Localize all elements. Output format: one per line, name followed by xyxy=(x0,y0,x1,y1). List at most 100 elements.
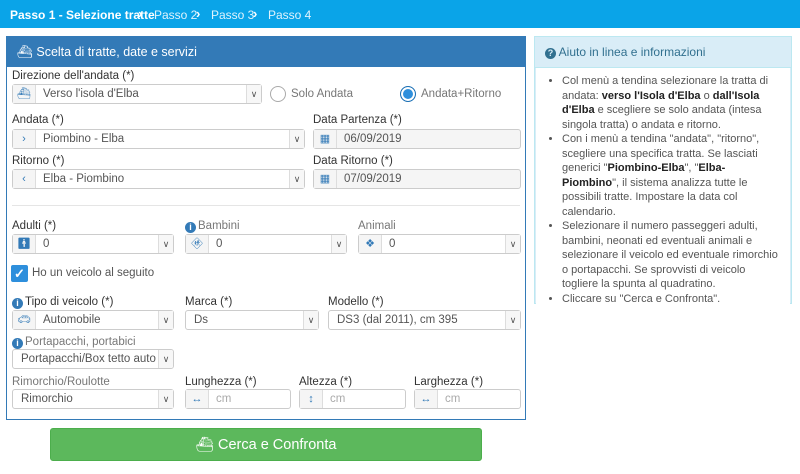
help-body: Col menù a tendina selezionare la tratta… xyxy=(536,68,790,314)
trailer-value: Rimorchio xyxy=(21,393,73,405)
horizontal-arrows-icon: ↔ xyxy=(415,390,438,408)
car-icon: 🚗︎ xyxy=(13,311,36,329)
calendar-icon: ▦ xyxy=(314,130,337,148)
chevron-down-icon: ∨ xyxy=(158,350,173,368)
help-item-4: Cliccare su "Cerca e Confronta". xyxy=(562,292,782,307)
height-input[interactable]: ↕ cm xyxy=(299,389,406,409)
horizontal-arrows-icon: ↔ xyxy=(186,390,209,408)
info-icon[interactable]: i xyxy=(12,298,23,309)
direction-label: Direzione dell'andata (*) xyxy=(12,70,135,82)
chevron-down-icon: ∨ xyxy=(246,85,261,103)
form-panel-header: ⛴ Scelta di tratte, date e servizi xyxy=(7,37,525,67)
chevron-down-icon: ∨ xyxy=(505,311,520,329)
children-label-wrap: i Bambini xyxy=(185,220,240,233)
chevron-down-icon: ∨ xyxy=(303,311,318,329)
help-panel-header: ? Aiuto in linea e informazioni xyxy=(535,37,791,68)
trailer-label: Rimorchio/Roulotte xyxy=(12,376,110,388)
person-icon: 🚹︎ xyxy=(13,235,36,253)
direction-select[interactable]: ⛴ Verso l'isola d'Elba ∨ xyxy=(12,84,262,104)
departure-date-input[interactable]: ▦ 06/09/2019 xyxy=(313,129,521,149)
adults-label: Adulti (*) xyxy=(12,220,57,232)
one-way-radio[interactable] xyxy=(270,86,286,102)
info-icon[interactable]: i xyxy=(185,222,196,233)
outbound-label: Andata (*) xyxy=(12,114,64,126)
chevron-down-icon: ∨ xyxy=(289,170,304,188)
departure-date-label: Data Partenza (*) xyxy=(313,114,402,126)
round-trip-radio[interactable] xyxy=(400,86,416,102)
vehicle-checkbox-label: Ho un veicolo al seguito xyxy=(32,267,155,279)
vehicle-checkbox[interactable]: ✓ xyxy=(11,265,28,282)
children-select[interactable]: 🚸︎ 0 ∨ xyxy=(185,234,347,254)
model-select[interactable]: DS3 (dal 2011), cm 395 ∨ xyxy=(328,310,521,330)
info-icon[interactable]: i xyxy=(12,338,23,349)
width-input[interactable]: ↔ cm xyxy=(414,389,521,409)
departure-date-value: 06/09/2019 xyxy=(344,133,402,145)
children-value: 0 xyxy=(216,238,223,250)
divider xyxy=(12,205,520,206)
child-icon: 🚸︎ xyxy=(186,235,209,253)
help-item-2: Con i menù a tendina "andata", "ritorno"… xyxy=(562,132,782,219)
children-label: Bambini xyxy=(198,220,240,232)
chevron-right-icon: › xyxy=(253,6,258,21)
ship-icon: ⛴ xyxy=(17,45,33,59)
search-compare-label: Cerca e Confronta xyxy=(217,437,337,453)
help-item-3: Selezionare il numero passeggeri adulti,… xyxy=(562,219,782,292)
length-placeholder: cm xyxy=(216,393,232,405)
roof-rack-label: Portapacchi, portabici xyxy=(25,336,136,348)
chevron-left-icon: ‹ xyxy=(13,170,36,188)
roof-rack-select[interactable]: Portapacchi/Box tetto auto + 40 ∨ xyxy=(12,349,174,369)
adults-value: 0 xyxy=(43,238,50,250)
brand-select[interactable]: Ds ∨ xyxy=(185,310,319,330)
vehicle-type-value: Automobile xyxy=(43,314,101,326)
chevron-down-icon: ∨ xyxy=(289,130,304,148)
return-date-value: 07/09/2019 xyxy=(344,173,402,185)
chevron-right-icon: › xyxy=(196,6,201,21)
height-placeholder: cm xyxy=(330,393,346,405)
step-3[interactable]: Passo 3 xyxy=(211,0,254,28)
outbound-value: Piombino - Elba xyxy=(43,133,125,145)
chevron-right-icon: › xyxy=(13,130,36,148)
vehicle-type-select[interactable]: 🚗︎ Automobile ∨ xyxy=(12,310,174,330)
step-4[interactable]: Passo 4 xyxy=(268,0,311,28)
chevron-down-icon: ∨ xyxy=(505,235,520,253)
chevron-down-icon: ∨ xyxy=(158,235,173,253)
brand-label: Marca (*) xyxy=(185,296,233,308)
length-label: Lunghezza (*) xyxy=(185,376,257,388)
animals-select[interactable]: ❖ 0 ∨ xyxy=(358,234,521,254)
direction-value: Verso l'isola d'Elba xyxy=(43,88,139,100)
animals-label: Animali xyxy=(358,220,396,232)
chevron-down-icon: ∨ xyxy=(331,235,346,253)
return-label: Ritorno (*) xyxy=(12,155,65,167)
question-icon: ? xyxy=(545,48,556,59)
height-label: Altezza (*) xyxy=(299,376,353,388)
help-list: Col menù a tendina selezionare la tratta… xyxy=(542,74,782,306)
return-date-label: Data Ritorno (*) xyxy=(313,155,393,167)
chevron-down-icon: ∨ xyxy=(158,311,173,329)
return-date-input[interactable]: ▦ 07/09/2019 xyxy=(313,169,521,189)
paw-icon: ❖ xyxy=(359,235,382,253)
vehicle-type-label: Tipo di veicolo (*) xyxy=(25,296,114,308)
outbound-select[interactable]: › Piombino - Elba ∨ xyxy=(12,129,305,149)
roof-rack-value: Portapacchi/Box tetto auto + 40 xyxy=(21,353,174,365)
length-input[interactable]: ↔ cm xyxy=(185,389,291,409)
step-2[interactable]: Passo 2 xyxy=(154,0,197,28)
help-panel-title: Aiuto in linea e informazioni xyxy=(558,45,706,59)
width-placeholder: cm xyxy=(445,393,461,405)
width-label: Larghezza (*) xyxy=(414,376,484,388)
return-value: Elba - Piombino xyxy=(43,173,125,185)
brand-value: Ds xyxy=(194,314,209,326)
chevron-right-icon: › xyxy=(138,6,143,21)
search-compare-button[interactable]: ⛴ Cerca e Confronta xyxy=(50,428,482,461)
trailer-select[interactable]: Rimorchio ∨ xyxy=(12,389,174,409)
model-value: DS3 (dal 2011), cm 395 xyxy=(337,314,458,326)
ship-icon: ⛴ xyxy=(195,437,214,453)
one-way-label: Solo Andata xyxy=(291,88,354,100)
model-label: Modello (*) xyxy=(328,296,384,308)
return-select[interactable]: ‹ Elba - Piombino ∨ xyxy=(12,169,305,189)
adults-select[interactable]: 🚹︎ 0 ∨ xyxy=(12,234,174,254)
step-1[interactable]: Passo 1 - Selezione tratte xyxy=(10,0,155,28)
vertical-arrows-icon: ↕ xyxy=(300,390,323,408)
help-panel: ? Aiuto in linea e informazioni Col menù… xyxy=(534,36,792,314)
form-panel-title: Scelta di tratte, date e servizi xyxy=(36,45,197,59)
roof-rack-label-wrap: i Portapacchi, portabici xyxy=(12,336,136,349)
